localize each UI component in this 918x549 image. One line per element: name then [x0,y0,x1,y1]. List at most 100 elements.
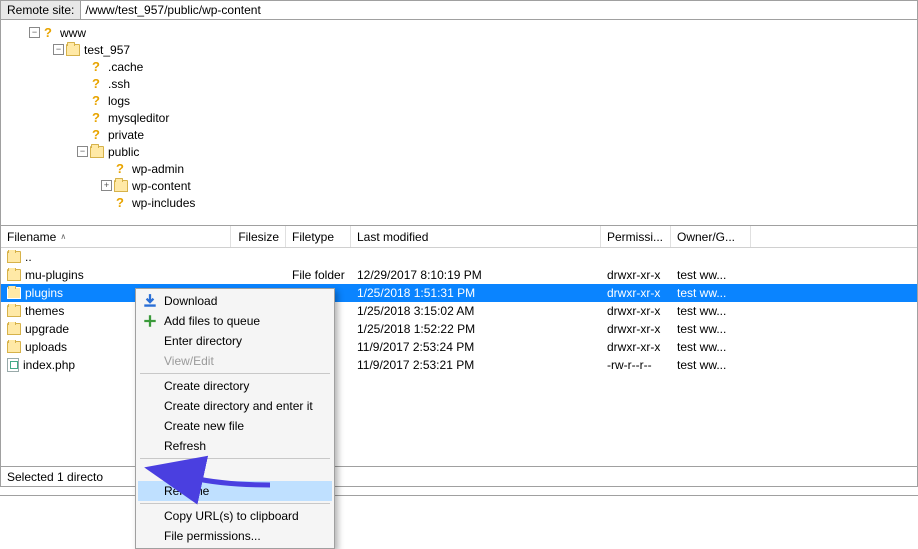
context-menu-label: Download [164,294,217,308]
context-menu-label: Enter directory [164,334,242,348]
expander-none [77,61,88,72]
context-menu-item[interactable]: Create directory [138,376,332,396]
expander-none [77,112,88,123]
folder-icon [7,323,21,335]
tree-item[interactable]: logs [3,92,915,109]
folder-icon [114,180,128,192]
unknown-folder-icon [90,60,104,74]
context-menu-label: Delete [164,464,199,478]
context-menu-label: View/Edit [164,354,214,368]
folder-icon [90,146,104,158]
remote-site-label: Remote site: [1,1,81,19]
expand-icon[interactable]: + [101,180,112,191]
download-icon [142,293,158,309]
file-own: test ww... [671,340,751,354]
file-perm: drwxr-xr-x [601,340,671,354]
tree-item[interactable]: .cache [3,58,915,75]
directory-tree[interactable]: − www − test_957 .cache.ssh logs mysqleditorpr… [0,20,918,226]
context-menu-item[interactable]: Copy URL(s) to clipboard [138,506,332,526]
context-menu-label: Copy URL(s) to clipboard [164,509,299,523]
unknown-folder-icon [90,77,104,91]
file-name: themes [25,304,64,318]
unknown-folder-icon [90,94,104,108]
folder-icon [7,251,21,263]
context-menu-item[interactable]: Enter directory [138,331,332,351]
folder-icon [7,269,21,281]
file-perm: drwxr-xr-x [601,322,671,336]
tree-item[interactable]: − www [3,24,915,41]
file-row[interactable]: .. [1,248,917,266]
column-header-filesize[interactable]: Filesize [231,226,286,247]
tree-item[interactable]: private [3,126,915,143]
file-row[interactable]: mu-plugins File folder12/29/2017 8:10:19 … [1,266,917,284]
context-menu-item[interactable]: Download [138,291,332,311]
tree-item[interactable]: wp-includes [3,194,915,211]
column-header-owner-group[interactable]: Owner/G... [671,226,751,247]
expander-none [77,129,88,140]
file-own: test ww... [671,286,751,300]
context-menu-label: Rename [164,484,209,498]
context-menu-item[interactable]: Rename [138,481,332,501]
unknown-folder-icon [90,128,104,142]
column-header-last-modified[interactable]: Last modified [351,226,601,247]
collapse-icon[interactable]: − [77,146,88,157]
context-menu-item[interactable]: Refresh [138,436,332,456]
tree-item[interactable]: −public [3,143,915,160]
file-mod: 11/9/2017 2:53:24 PM [351,340,601,354]
context-menu-label: Create directory and enter it [164,399,313,413]
tree-item[interactable]: + wp-content [3,177,915,194]
tree-item[interactable]: .ssh [3,75,915,92]
expander-none [101,163,112,174]
context-menu-separator [140,373,330,374]
file-perm: drwxr-xr-x [601,304,671,318]
add-to-queue-icon [142,313,158,329]
context-menu-item[interactable]: Delete [138,461,332,481]
sort-caret-icon: ∧ [60,232,66,241]
context-menu-item[interactable]: Create directory and enter it [138,396,332,416]
context-menu-item: View/Edit [138,351,332,371]
context-menu: Download Add files to queue Enter director… [135,288,335,549]
php-file-icon [7,358,19,372]
file-name: upgrade [25,322,69,336]
file-type: File folder [286,268,351,282]
folder-icon [7,305,21,317]
tree-item-label: logs [106,94,132,108]
file-name: mu-plugins [25,268,84,282]
file-mod: 12/29/2017 8:10:19 PM [351,268,601,282]
folder-icon [7,287,21,299]
file-perm: drwxr-xr-x [601,268,671,282]
context-menu-label: Add files to queue [164,314,260,328]
expander-none [77,95,88,106]
tree-item-label: wp-admin [130,162,186,176]
collapse-icon[interactable]: − [53,44,64,55]
file-own: test ww... [671,268,751,282]
tree-item-label: mysqleditor [106,111,171,125]
context-menu-item[interactable]: Create new file [138,416,332,436]
unknown-folder-icon [90,111,104,125]
status-text: Selected 1 directo [7,470,103,484]
file-name: uploads [25,340,67,354]
tree-item[interactable]: wp-admin [3,160,915,177]
unknown-folder-icon [114,196,128,210]
tree-item[interactable]: − test_957 [3,41,915,58]
file-name: plugins [25,286,63,300]
expander-none [101,197,112,208]
column-header-filename[interactable]: Filename∧ [1,226,231,247]
unknown-folder-icon [114,162,128,176]
context-menu-item[interactable]: Add files to queue [138,311,332,331]
column-header-permissions[interactable]: Permissi... [601,226,671,247]
folder-icon [66,44,80,56]
remote-site-bar: Remote site: [0,0,918,20]
tree-item-label: test_957 [82,43,132,57]
tree-item-label: .cache [106,60,145,74]
tree-item-label: wp-content [130,179,193,193]
tree-item-label: www [58,26,88,40]
context-menu-item[interactable]: File permissions... [138,526,332,546]
tree-item[interactable]: mysqleditor [3,109,915,126]
file-name: .. [25,250,32,264]
collapse-icon[interactable]: − [29,27,40,38]
context-menu-label: Refresh [164,439,206,453]
file-perm: -rw-r--r-- [601,358,671,372]
remote-site-input[interactable] [81,1,917,19]
column-header-filetype[interactable]: Filetype [286,226,351,247]
